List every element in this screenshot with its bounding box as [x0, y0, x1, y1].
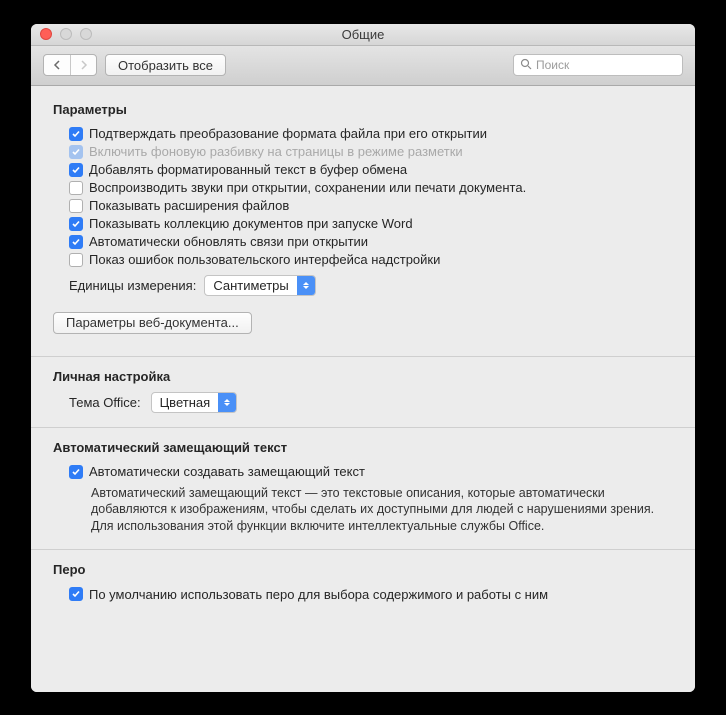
units-row: Единицы измерения: Сантиметры — [53, 269, 673, 296]
divider — [31, 549, 695, 550]
param-label: Воспроизводить звуки при открытии, сохра… — [89, 180, 526, 195]
search-icon — [520, 58, 532, 73]
divider — [31, 427, 695, 428]
units-label: Единицы измерения: — [69, 278, 196, 293]
param-label: Показ ошибок пользовательского интерфейс… — [89, 252, 440, 267]
checkbox[interactable] — [69, 127, 83, 141]
zoom-button — [80, 28, 92, 40]
search-field[interactable] — [513, 54, 683, 76]
checkbox[interactable] — [69, 465, 83, 479]
param-label: Автоматически обновлять связи при открыт… — [89, 234, 368, 249]
web-doc-label: Параметры веб-документа... — [66, 315, 239, 330]
forward-button[interactable] — [70, 55, 96, 75]
alttext-options: Автоматически создавать замещающий текст… — [53, 463, 673, 536]
param-row-0[interactable]: Подтверждать преобразование формата файл… — [69, 125, 673, 143]
toolbar: Отобразить все — [31, 46, 695, 86]
stepper-arrows-icon — [218, 393, 236, 412]
web-doc-button[interactable]: Параметры веб-документа... — [53, 312, 252, 334]
pen-checkbox-row[interactable]: По умолчанию использовать перо для выбор… — [69, 585, 673, 603]
checkbox[interactable] — [69, 163, 83, 177]
section-params-title: Параметры — [53, 102, 673, 117]
theme-label: Тема Office: — [69, 395, 141, 410]
back-button[interactable] — [44, 55, 70, 75]
checkbox[interactable] — [69, 199, 83, 213]
checkbox[interactable] — [69, 235, 83, 249]
theme-row: Тема Office: Цветная — [53, 392, 673, 413]
stepper-arrows-icon — [297, 276, 315, 295]
section-alttext-title: Автоматический замещающий текст — [53, 440, 673, 455]
pen-options: По умолчанию использовать перо для выбор… — [53, 585, 673, 603]
alttext-checkbox-row[interactable]: Автоматически создавать замещающий текст — [69, 463, 673, 481]
close-button[interactable] — [40, 28, 52, 40]
units-select[interactable]: Сантиметры — [204, 275, 315, 296]
param-label: Включить фоновую разбивку на страницы в … — [89, 144, 463, 159]
content: Параметры Подтверждать преобразование фо… — [31, 86, 695, 692]
param-label: Подтверждать преобразование формата файл… — [89, 126, 487, 141]
param-row-7[interactable]: Показ ошибок пользовательского интерфейс… — [69, 251, 673, 269]
window-title: Общие — [31, 27, 695, 42]
param-label: Показывать расширения файлов — [89, 198, 289, 213]
alttext-description: Автоматический замещающий текст — это те… — [69, 481, 673, 536]
theme-select[interactable]: Цветная — [151, 392, 238, 413]
show-all-label: Отобразить все — [118, 58, 213, 73]
param-row-6[interactable]: Автоматически обновлять связи при открыт… — [69, 233, 673, 251]
divider — [31, 356, 695, 357]
section-pen-title: Перо — [53, 562, 673, 577]
checkbox — [69, 145, 83, 159]
nav-segment — [43, 54, 97, 76]
traffic-lights — [31, 28, 92, 40]
param-row-5[interactable]: Показывать коллекцию документов при запу… — [69, 215, 673, 233]
params-options: Подтверждать преобразование формата файл… — [53, 125, 673, 269]
preferences-window: Общие Отобразить все Параметры Подтвержд… — [31, 24, 695, 692]
checkbox[interactable] — [69, 587, 83, 601]
units-value: Сантиметры — [205, 278, 296, 293]
minimize-button — [60, 28, 72, 40]
theme-value: Цветная — [152, 395, 219, 410]
search-input[interactable] — [536, 58, 676, 72]
param-row-4[interactable]: Показывать расширения файлов — [69, 197, 673, 215]
param-row-2[interactable]: Добавлять форматированный текст в буфер … — [69, 161, 673, 179]
param-row-1: Включить фоновую разбивку на страницы в … — [69, 143, 673, 161]
param-label: Показывать коллекцию документов при запу… — [89, 216, 413, 231]
alttext-checkbox-label: Автоматически создавать замещающий текст — [89, 464, 365, 479]
checkbox[interactable] — [69, 217, 83, 231]
section-personal-title: Личная настройка — [53, 369, 673, 384]
pen-checkbox-label: По умолчанию использовать перо для выбор… — [89, 587, 548, 602]
checkbox[interactable] — [69, 181, 83, 195]
show-all-button[interactable]: Отобразить все — [105, 54, 226, 76]
titlebar: Общие — [31, 24, 695, 46]
param-row-3[interactable]: Воспроизводить звуки при открытии, сохра… — [69, 179, 673, 197]
param-label: Добавлять форматированный текст в буфер … — [89, 162, 407, 177]
checkbox[interactable] — [69, 253, 83, 267]
